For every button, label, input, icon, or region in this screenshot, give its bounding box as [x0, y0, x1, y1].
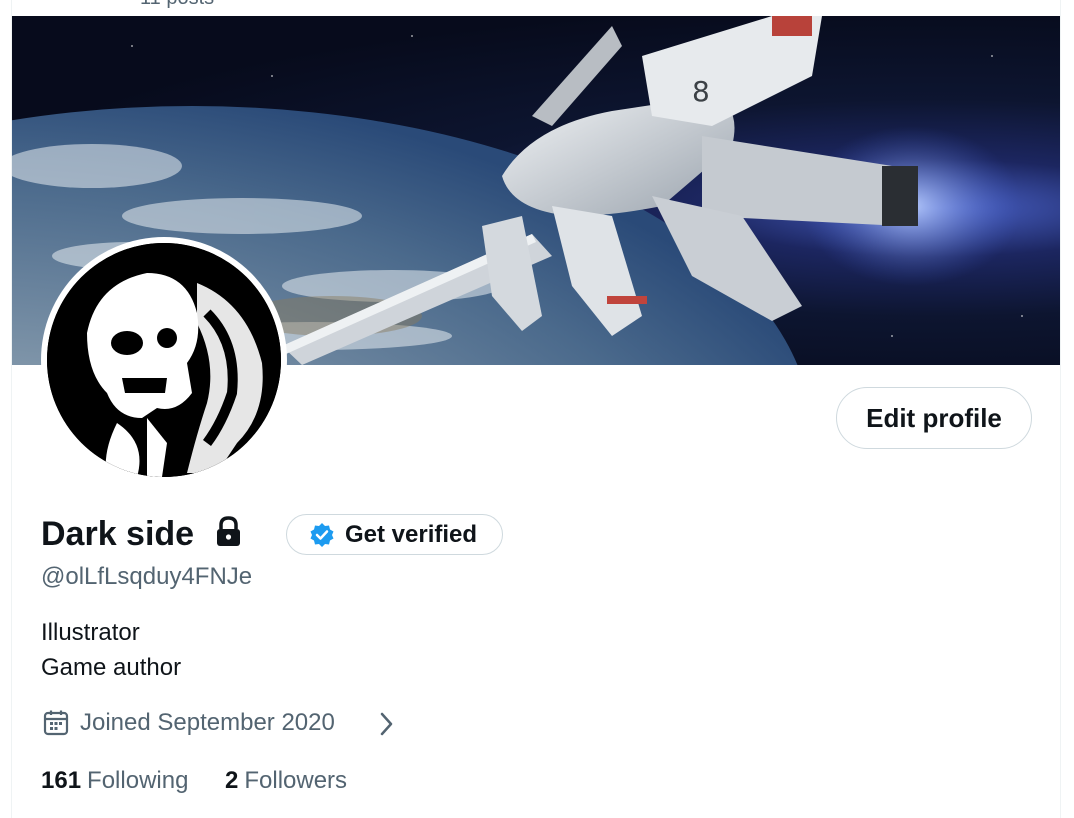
profile-handle: @olLfLsqduy4FNJe: [41, 563, 253, 590]
following-count: 161: [41, 767, 82, 794]
chevron-right-icon[interactable]: [377, 711, 395, 737]
lock-icon: [217, 516, 240, 546]
bio-line: Game author: [41, 654, 182, 681]
followers-link[interactable]: 2 Followers: [225, 765, 347, 797]
avatar-image: [47, 243, 281, 477]
verified-badge-icon: [310, 522, 334, 547]
svg-text:8: 8: [692, 75, 710, 108]
get-verified-button[interactable]: Get verified: [286, 514, 503, 555]
profile-avatar[interactable]: [41, 237, 287, 483]
posts-count: 11 posts: [140, 0, 214, 10]
bio-line: Illustrator: [41, 619, 140, 646]
edit-profile-button[interactable]: Edit profile: [836, 387, 1032, 449]
display-name: Dark side: [41, 515, 195, 553]
following-link[interactable]: 161 Following: [41, 765, 188, 797]
frame-border-right: [1060, 0, 1061, 818]
joined-date: Joined September 2020: [80, 709, 335, 736]
followers-count: 2: [225, 767, 239, 794]
following-label: Following: [87, 767, 189, 794]
get-verified-label: Get verified: [345, 520, 478, 548]
skull-artwork: [47, 243, 281, 477]
followers-label: Followers: [244, 767, 348, 794]
calendar-icon: [43, 710, 69, 736]
